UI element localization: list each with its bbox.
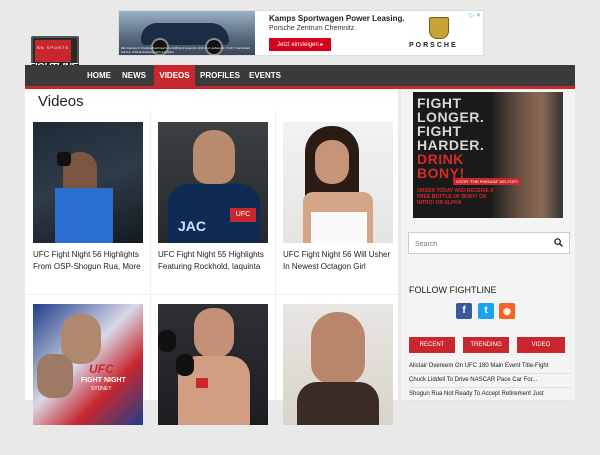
nav-videos[interactable]: VIDEOS [154,65,195,86]
event-name-text: FIGHT NIGHT [81,377,126,384]
rss-icon[interactable]: ◉ [499,303,515,319]
video-card[interactable]: UFC Fight Night 56 Highlights From OSP-S… [33,122,143,273]
fighter-head [194,308,234,358]
ufc-mic-badge: UFC [230,208,256,222]
glove-icon [57,152,71,166]
shirt-text: JAC [178,218,207,234]
ad-close-icon[interactable]: ▷ ✕ [470,12,481,19]
fighter-shirt [55,188,113,243]
video-title[interactable]: UFC Fight Night 56 Will Usher In Newest … [283,249,393,273]
ad-headline-line: DRINK [417,151,464,167]
top-shape [311,212,367,243]
video-card[interactable] [283,304,393,455]
ad-fighter-image [493,92,563,218]
video-thumbnail[interactable] [283,304,393,425]
ad-cta-button[interactable]: Jetzt einsteigen ▸ [269,38,332,51]
video-thumbnail[interactable]: UFC FIGHT NIGHT SYDNEY [33,304,143,425]
tab-trending[interactable]: TRENDING [463,337,509,353]
search-input[interactable] [409,234,551,255]
ad-nameplate: VITOR "THE PHENOM" BELFORT [453,178,522,185]
list-item[interactable]: Alistair Overeem On UFC 180 Main Event T… [409,360,571,374]
ad-headline-line: LONGER. [417,109,485,125]
ad-headline: FIGHT LONGER. FIGHT HARDER. DRINK BONY! [417,96,484,180]
fighter-head [37,354,73,398]
face-shape [315,140,349,184]
video-title[interactable] [283,431,393,455]
video-thumbnail[interactable]: JAC UFC [158,122,268,243]
list-item[interactable]: Chuck Liddell To Drive NASCAR Pace Car F… [409,374,571,388]
glove-icon [176,354,194,376]
video-title[interactable] [158,431,268,455]
logo-top-text: BN SPORTS [36,45,70,50]
sidebar: FIGHT LONGER. FIGHT HARDER. DRINK BONY! … [401,89,575,402]
twitter-icon[interactable]: t [478,303,494,319]
ad-headline-line: HARDER. [417,137,485,153]
video-thumbnail[interactable] [158,304,268,425]
tab-video[interactable]: VIDEO [517,337,565,353]
main-content: Videos UFC Fight Night 56 Highlights Fro… [25,89,398,425]
ad-fineprint: 911 Carrera S: Kraftstoffverbrauch (in l… [121,46,251,54]
tab-recent[interactable]: RECENT [409,337,455,353]
nav-home[interactable]: HOME [83,65,115,86]
column-divider [275,111,276,401]
ad-car-image[interactable]: 911 Carrera S: Kraftstoffverbrauch (in l… [119,11,255,55]
porsche-crest-icon [429,17,449,39]
video-title[interactable]: UFC Fight Night 56 Highlights From OSP-S… [33,249,143,273]
ad-title[interactable]: Kamps Sportwagen Power Leasing. [269,14,405,23]
follow-heading: FOLLOW FIGHTLINE [409,285,497,295]
top-banner-ad[interactable]: 911 Carrera S: Kraftstoffverbrauch (in l… [118,10,484,56]
ad-order-text: ORDER TODAY AND RECEIVE A FREE BOTTLE OF… [417,188,494,206]
nav-events[interactable]: EVENTS [248,65,282,86]
video-card[interactable]: UFC Fight Night 56 Will Usher In Newest … [283,122,393,273]
row-divider [25,294,398,295]
facebook-icon[interactable]: f [456,303,472,319]
ad-subtitle: Porsche Zentrum Chemnitz. [269,25,357,32]
fighter-head [193,130,235,184]
video-thumbnail[interactable] [283,122,393,243]
video-title[interactable]: UFC Fight Night 55 Highlights Featuring … [158,249,268,273]
search-box [408,232,570,255]
fighter-shirt [297,382,379,425]
video-thumbnail[interactable] [33,122,143,243]
recent-list: Alistair Overeem On UFC 180 Main Event T… [409,360,571,402]
wrap-red [196,378,208,388]
video-title[interactable] [33,431,143,455]
event-city-text: SYDNEY [91,386,112,392]
fighter-head [311,312,365,384]
glove-icon [158,330,176,352]
column-divider [150,111,151,401]
nav-profiles[interactable]: PROFILES [199,65,241,86]
event-ufc-text: UFC [89,362,114,376]
sidebar-ad[interactable]: FIGHT LONGER. FIGHT HARDER. DRINK BONY! … [413,92,563,218]
logo-shield-red [35,40,71,62]
ad-brand: PORSCHE [409,42,458,49]
main-nav: HOME NEWS VIDEOS PROFILES EVENTS [25,65,575,89]
nav-news[interactable]: NEWS [119,65,149,86]
ad-headline-line: FIGHT [417,123,462,139]
sidebar-tabs: RECENT TRENDING VIDEO [409,337,567,353]
video-card[interactable]: UFC FIGHT NIGHT SYDNEY [33,304,143,455]
search-icon[interactable] [554,238,563,247]
page-title: Videos [38,93,84,110]
video-card[interactable]: JAC UFC UFC Fight Night 55 Highlights Fe… [158,122,268,273]
video-card[interactable] [158,304,268,455]
ad-headline-line: FIGHT [417,95,462,111]
